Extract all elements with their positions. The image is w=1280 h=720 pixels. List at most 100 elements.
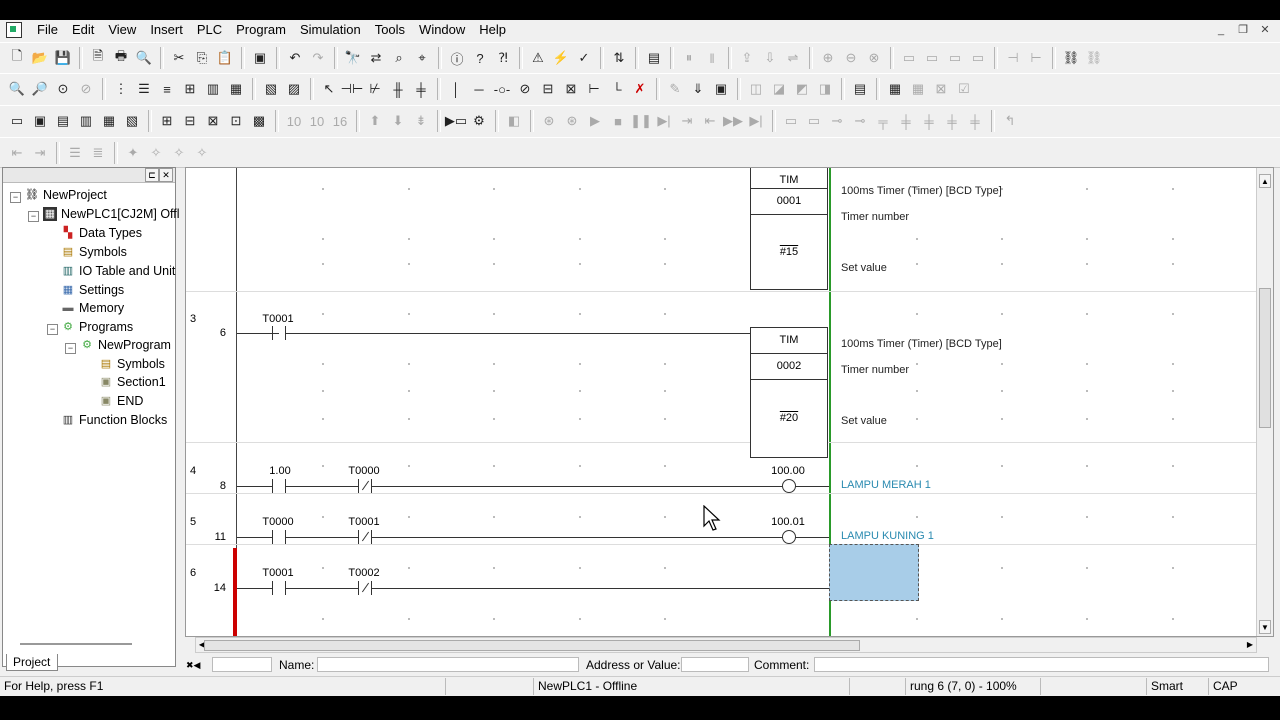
select-arrow-icon[interactable]: ↖ <box>318 78 340 100</box>
sfc-4-icon[interactable]: ⊸ <box>849 110 871 132</box>
memory-3-icon[interactable]: ⊠ <box>930 78 952 100</box>
set-icon[interactable]: ◫ <box>745 78 767 100</box>
sfc-1-icon[interactable]: ▭ <box>780 110 802 132</box>
restore-icon[interactable]: ❐ <box>1232 20 1254 40</box>
tab-project[interactable]: Project <box>6 654 58 671</box>
undo-icon[interactable]: ↶ <box>284 47 306 69</box>
project-panel-scrollbar[interactable] <box>20 643 132 645</box>
zoom-icon[interactable]: ⊙ <box>52 78 74 100</box>
download-icon[interactable]: ⇩ <box>759 47 781 69</box>
nc-contact[interactable] <box>358 479 372 493</box>
minimize-icon[interactable]: _ <box>1210 20 1232 40</box>
menu-insert[interactable]: Insert <box>143 20 190 40</box>
or-no-contact-icon[interactable]: ╫ <box>387 78 409 100</box>
comment-field[interactable] <box>814 657 1269 672</box>
rung-tools-5-icon[interactable]: ▩ <box>248 110 270 132</box>
force-cancel-icon[interactable]: ⊗ <box>863 47 885 69</box>
continuous-step-icon[interactable]: ▶▶ <box>722 110 744 132</box>
network-2-icon[interactable]: ⛓ <box>1083 47 1105 69</box>
rung-tools-icon[interactable]: ⊞ <box>156 110 178 132</box>
info-icon[interactable]: ⓘ <box>446 47 468 69</box>
horizontal-line-icon[interactable]: ─ <box>468 78 490 100</box>
clipboard-icon[interactable]: ▣ <box>249 47 271 69</box>
mnemonic-view-icon[interactable]: ▨ <box>283 78 305 100</box>
force-off-icon[interactable]: ⊖ <box>840 47 862 69</box>
collapse-icon[interactable]: − <box>28 211 39 222</box>
nc-contact[interactable] <box>358 581 372 595</box>
watch-window-icon[interactable]: ▤ <box>52 110 74 132</box>
diff-2-icon[interactable]: ⊢ <box>1025 47 1047 69</box>
sim-breakpoint-icon[interactable]: ⊛ <box>538 110 560 132</box>
comments-icon[interactable]: ☰ <box>133 78 155 100</box>
tree-program-symbols[interactable]: ▤ Symbols <box>99 355 165 373</box>
data-10-icon[interactable]: 10 <box>283 110 305 132</box>
sfc-9-icon[interactable]: ╪ <box>964 110 986 132</box>
memory-view-icon[interactable]: ▦ <box>884 78 906 100</box>
set-value-icon[interactable]: ◩ <box>791 78 813 100</box>
grid-icon[interactable]: ⋮ <box>110 78 132 100</box>
sfc-5-icon[interactable]: ╤ <box>872 110 894 132</box>
transfer-icon[interactable]: ⇅ <box>608 47 630 69</box>
sfc-7-icon[interactable]: ╪ <box>918 110 940 132</box>
or-nc-contact-icon[interactable]: ╪ <box>410 78 432 100</box>
open-folder-icon[interactable]: 📂 <box>29 47 51 69</box>
vertical-line-icon[interactable]: │ <box>445 78 467 100</box>
redo-icon[interactable]: ↷ <box>307 47 329 69</box>
arrow-up-icon[interactable]: ⬆ <box>364 110 386 132</box>
reset-icon[interactable]: ◪ <box>768 78 790 100</box>
cut-icon[interactable]: ✂ <box>168 47 190 69</box>
print-icon[interactable]: 🖶 <box>110 47 132 69</box>
project-window-icon[interactable]: ▭ <box>6 110 28 132</box>
sfc-2-icon[interactable]: ▭ <box>803 110 825 132</box>
monitor-4-icon[interactable]: ▭ <box>967 47 989 69</box>
panel-close-icon[interactable]: ✕ <box>159 168 173 182</box>
menu-tools[interactable]: Tools <box>368 20 412 40</box>
crossref-icon[interactable]: ▦ <box>98 110 120 132</box>
force-on-icon[interactable]: ⊕ <box>817 47 839 69</box>
sfc-6-icon[interactable]: ╪ <box>895 110 917 132</box>
table-icon[interactable]: ▦ <box>225 78 247 100</box>
step-out-icon[interactable]: ⇤ <box>699 110 721 132</box>
tree-new-program[interactable]: ⚙ NewProgram <box>80 336 171 354</box>
collapse-icon[interactable]: − <box>10 192 21 203</box>
st-1-icon[interactable]: ✦ <box>122 142 144 164</box>
simulation-icon[interactable]: ▶▭ <box>445 110 467 132</box>
online-icon[interactable]: ⚡ <box>550 47 572 69</box>
st-4-icon[interactable]: ✧ <box>191 142 213 164</box>
pause-sim-icon[interactable]: ❚❚ <box>630 110 652 132</box>
ladder-view-icon[interactable]: ▧ <box>260 78 282 100</box>
replace-icon[interactable]: ⇄ <box>365 47 387 69</box>
collapse-icon[interactable]: − <box>47 324 58 335</box>
scroll-down-icon[interactable]: ▼ <box>1259 620 1271 634</box>
tree-end[interactable]: ▣ END <box>99 392 144 410</box>
cancel-edit-icon[interactable]: ▣ <box>710 78 732 100</box>
monitor-3-icon[interactable]: ▭ <box>944 47 966 69</box>
find-icon[interactable]: 🔭 <box>342 47 364 69</box>
ladder-horizontal-scrollbar[interactable]: ◀ ▶ <box>195 637 1257 653</box>
network-icon[interactable]: ⛓ <box>1060 47 1082 69</box>
menu-edit[interactable]: Edit <box>65 20 101 40</box>
scroll-right-icon[interactable]: ▶ <box>1244 639 1256 651</box>
zoom-small-icon[interactable]: 🔍 <box>6 78 28 100</box>
scroll-thumb[interactable] <box>1259 288 1271 428</box>
collapse-icon[interactable]: − <box>65 343 76 354</box>
timer-block-t0001[interactable]: TIM 0001 #15 <box>750 168 828 290</box>
step-icon[interactable]: ▶| <box>653 110 675 132</box>
tree-io-table[interactable]: ▥ IO Table and Unit <box>61 262 176 280</box>
save-icon[interactable]: 💾 <box>52 47 74 69</box>
close-icon[interactable]: ✕ <box>1254 20 1276 40</box>
no-contact-icon[interactable]: ⊣⊢ <box>341 78 364 100</box>
list-icon[interactable]: ≡ <box>156 78 178 100</box>
zoom-in-icon[interactable]: 🔎 <box>29 78 51 100</box>
no-contact[interactable] <box>272 479 286 493</box>
program-check-icon[interactable]: ✓ <box>573 47 595 69</box>
line-connect-icon[interactable]: ⊢ <box>583 78 605 100</box>
indent-icon[interactable]: ⇤ <box>6 142 28 164</box>
no-contact[interactable] <box>272 581 286 595</box>
menu-plc[interactable]: PLC <box>190 20 229 40</box>
name-field[interactable] <box>317 657 579 672</box>
coil-icon[interactable]: -○- <box>491 78 513 100</box>
copy-icon[interactable]: ⎘ <box>191 47 213 69</box>
tree-programs[interactable]: ⚙ Programs <box>61 318 133 336</box>
memory-4-icon[interactable]: ☑ <box>953 78 975 100</box>
